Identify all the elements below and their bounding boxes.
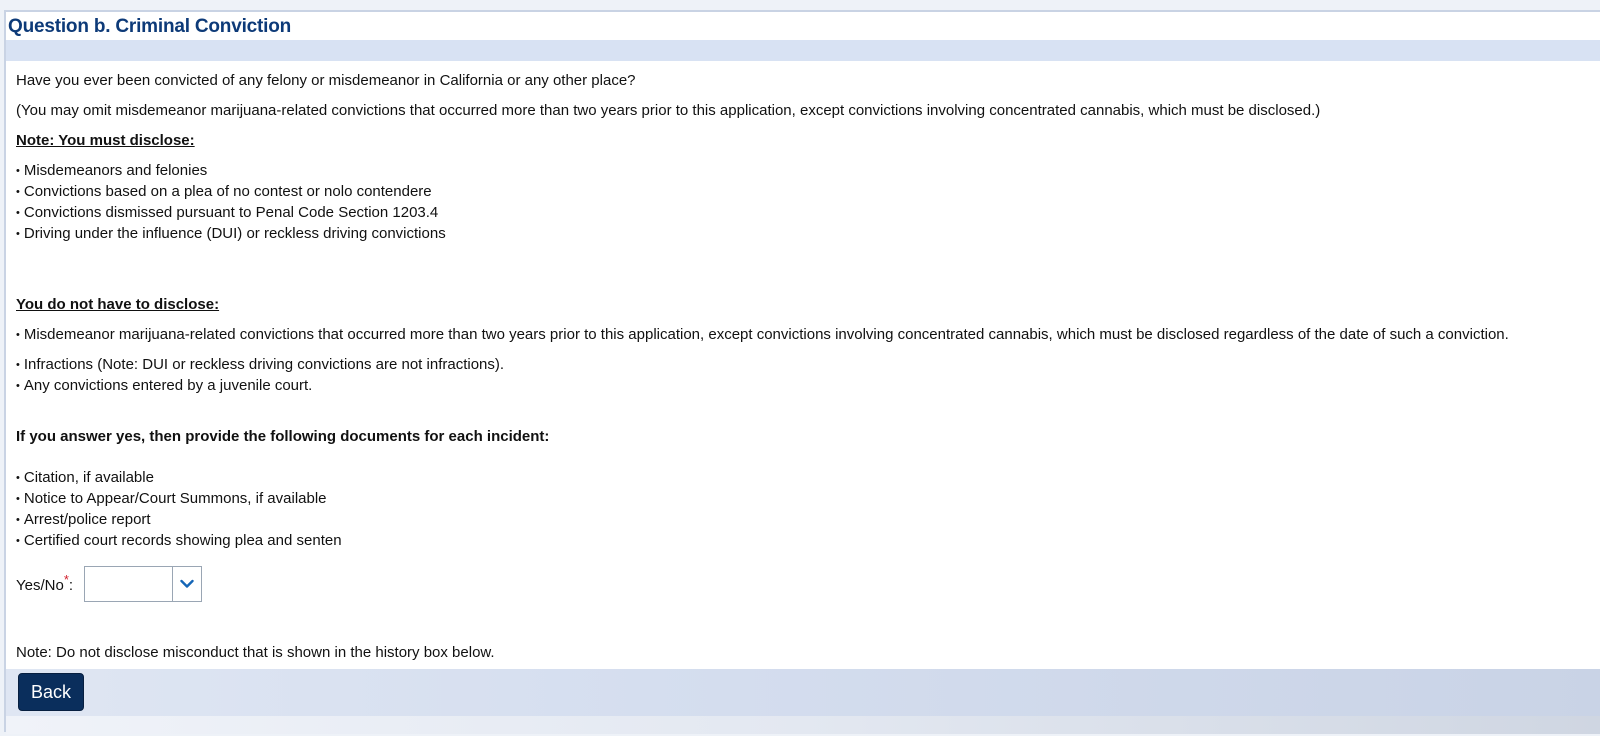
title-bar: Question b. Criminal Conviction [6,12,1600,40]
yes-no-label-text: Yes/No [16,577,64,594]
bottom-strip [6,716,1600,734]
yes-no-select[interactable] [84,566,202,602]
list-item: Any convictions entered by a juvenile co… [16,375,313,398]
list-item: Driving under the influence (DUI) or rec… [16,223,446,246]
question-text: Have you ever been convicted of any felo… [16,72,636,89]
list-item: Misdemeanor marijuana-related conviction… [16,324,1509,347]
label-colon: : [68,577,74,594]
list-item: Notice to Appear/Court Summons, if avail… [16,488,327,511]
omit-note: (You may omit misdemeanor marijuana-rela… [16,102,1321,119]
footer-bar: Back [6,669,1600,716]
select-dropdown-button[interactable] [172,567,201,601]
page-title: Question b. Criminal Conviction [8,16,292,37]
list-item: Convictions based on a plea of no contes… [16,181,432,204]
header-band [6,40,1600,61]
question-panel: Question b. Criminal Conviction Have you… [4,10,1600,734]
documents-heading: If you answer yes, then provide the foll… [16,428,550,445]
list-item: Arrest/police report [16,509,151,532]
list-item: Convictions dismissed pursuant to Penal … [16,202,438,225]
must-disclose-heading: Note: You must disclose: [16,132,195,149]
required-marker: * [63,572,69,587]
not-disclose-heading: You do not have to disclose: [16,296,220,313]
chevron-down-icon [180,579,194,588]
yes-no-label: Yes/No*: [16,572,74,594]
list-item: Certified court records showing plea and… [16,530,342,553]
list-item: Infractions (Note: DUI or reckless drivi… [16,354,504,377]
list-item: Citation, if available [16,467,154,490]
back-button[interactable]: Back [18,673,84,711]
list-item: Misdemeanors and felonies [16,160,207,183]
history-note: Note: Do not disclose misconduct that is… [16,644,495,661]
